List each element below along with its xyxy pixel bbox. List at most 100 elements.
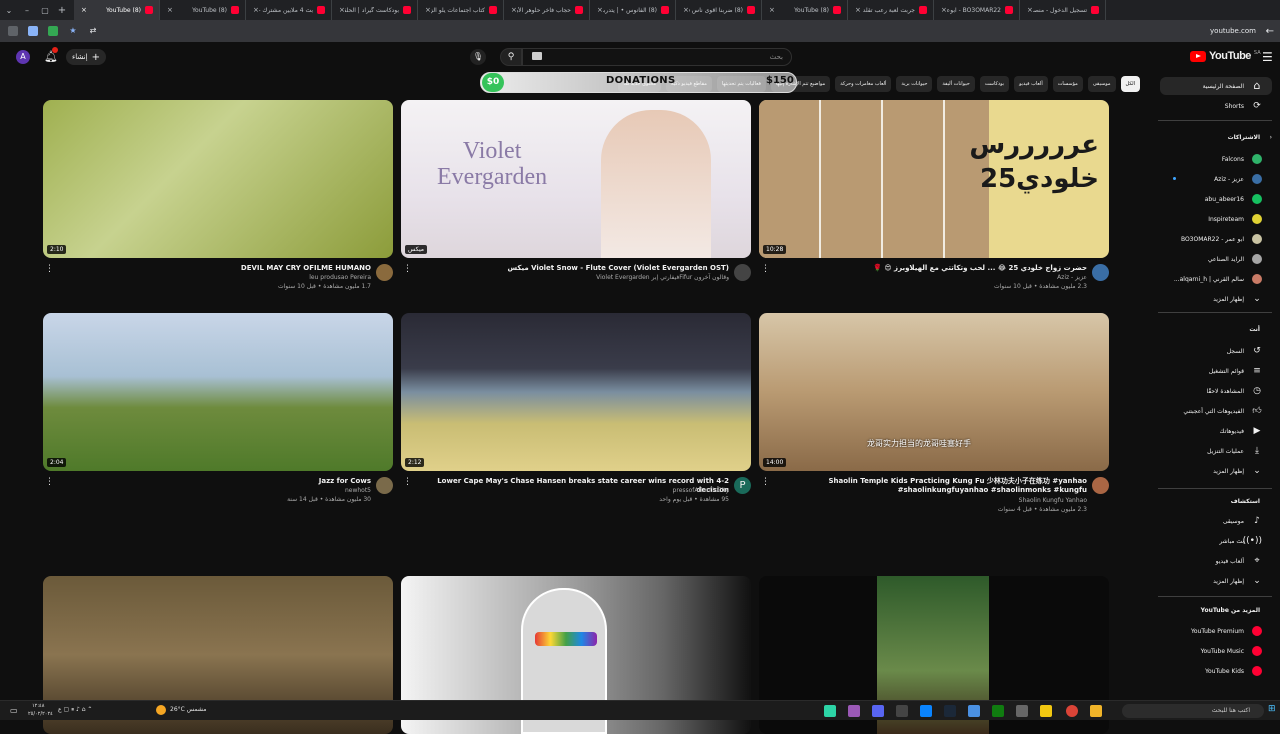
sidebar-item-explore[interactable]: ((•)) بث مباشر: [1219, 536, 1262, 546]
taskbar-app-9[interactable]: [1016, 705, 1028, 717]
tab-close-icon[interactable]: ×: [680, 6, 689, 14]
tab-close-icon[interactable]: ×: [422, 6, 431, 14]
taskbar-app-4[interactable]: [896, 705, 908, 717]
taskbar-app-10[interactable]: [1040, 705, 1052, 717]
sidebar-item-you[interactable]: 👍︎ الفيديوهات التي أعجبتني: [1183, 406, 1262, 416]
channel-avatar[interactable]: [376, 477, 393, 494]
taskbar-app-1[interactable]: [824, 705, 836, 717]
guide-menu-icon[interactable]: ☰: [1262, 50, 1273, 64]
channel-avatar[interactable]: [734, 264, 751, 281]
video-title[interactable]: DEVIL MAY CRY OFILME HUMANO: [51, 264, 371, 273]
browser-tab[interactable]: تسجيل الدخول - منصة ×: [1020, 0, 1106, 20]
sidebar-item-home[interactable]: ⌂ الصفحة الرئيسية: [1203, 80, 1262, 91]
taskbar-app-5[interactable]: [920, 705, 932, 717]
sidebar-item-subscription[interactable]: Falcons: [1222, 154, 1262, 164]
tab-close-icon[interactable]: ×: [250, 6, 259, 14]
sidebar-item-you[interactable]: ⌄ إظهار المزيد: [1213, 466, 1262, 476]
keyboard-icon[interactable]: [532, 52, 542, 60]
browser-tab[interactable]: بث 4 ملايين مشترك - ء×: [246, 0, 332, 20]
taskbar-search-input[interactable]: اكتب هنا للبحث: [1122, 704, 1264, 718]
filter-chip[interactable]: ألعاب مغامرات وحركة: [835, 76, 892, 92]
filter-chip[interactable]: حيوانات برية: [896, 76, 933, 92]
tab-close-icon[interactable]: ×: [1024, 6, 1033, 14]
youtube-logo[interactable]: YouTube SA: [1190, 50, 1261, 62]
new-tab-button[interactable]: +: [54, 5, 70, 16]
filter-chip[interactable]: مؤسسات: [1052, 76, 1083, 92]
tab-close-icon[interactable]: ×: [78, 6, 87, 14]
you-header[interactable]: أنت: [1249, 326, 1260, 333]
site-settings-icon[interactable]: ⇄: [88, 26, 98, 36]
maximize-icon[interactable]: ▢: [36, 6, 54, 15]
tab-search-icon[interactable]: ⌄: [0, 6, 18, 15]
taskbar-app-3[interactable]: [872, 705, 884, 717]
video-title[interactable]: Shaolin Temple Kids Practicing Kung Fu 少…: [767, 477, 1087, 495]
tab-close-icon[interactable]: ×: [938, 6, 947, 14]
browser-tab[interactable]: (8) YouTube ×: [160, 0, 246, 20]
tab-close-icon[interactable]: ×: [336, 6, 345, 14]
channel-avatar[interactable]: [1092, 264, 1109, 281]
video-thumbnail[interactable]: 2:10: [43, 100, 393, 258]
extensions-icon[interactable]: [8, 26, 18, 36]
account-avatar[interactable]: A: [16, 50, 30, 64]
browser-tab[interactable]: كتاب اجتماعات يلو الزيا...×: [418, 0, 504, 20]
tab-close-icon[interactable]: ×: [594, 6, 603, 14]
show-desktop-icon[interactable]: ▭: [10, 706, 18, 715]
filter-chip[interactable]: موسيقى: [1087, 76, 1116, 92]
subscriptions-header[interactable]: الاشتراكات: [1228, 134, 1260, 141]
video-title[interactable]: حضرت زواج خلودي 25 😂 ... لحب وتكاتتي مع …: [767, 264, 1087, 273]
filter-chip[interactable]: ألعاب فيديو: [1014, 76, 1048, 92]
sidebar-item-explore[interactable]: ♪ موسيقى: [1223, 516, 1262, 526]
taskbar-chrome-icon[interactable]: [1066, 705, 1078, 717]
video-thumbnail[interactable]: 2:04: [43, 313, 393, 471]
taskbar-app-7[interactable]: [968, 705, 980, 717]
more-options-icon[interactable]: ⋮: [403, 477, 412, 487]
taskbar-app-6[interactable]: [944, 705, 956, 717]
search-input[interactable]: بحث: [522, 48, 792, 66]
filter-chip[interactable]: حيوانات أليفة: [937, 76, 975, 92]
video-thumbnail[interactable]: 龙哥实力担当的龙哥哇塞好手 14:00: [759, 313, 1109, 471]
extension-icon-2[interactable]: [48, 26, 58, 36]
channel-name[interactable]: عزيز - Aziz: [1057, 274, 1087, 281]
sidebar-item-shorts[interactable]: ⟳ Shorts: [1225, 101, 1262, 111]
channel-name[interactable]: leu produsao Pereira: [309, 274, 371, 281]
sidebar-item-you[interactable]: ▶ فيديوهاتك: [1220, 426, 1262, 436]
tab-close-icon[interactable]: ×: [852, 6, 861, 14]
start-windows-icon[interactable]: ⊞: [1268, 704, 1276, 714]
taskbar-file-explorer-icon[interactable]: [1090, 705, 1102, 717]
sidebar-item-more[interactable]: YouTube Premium: [1191, 626, 1262, 636]
browser-tab[interactable]: (8) الفانوس • | يتدربنا ×: [590, 0, 676, 20]
create-button[interactable]: إنشاء +: [66, 49, 106, 65]
sidebar-item-subscription[interactable]: الرايد الصناعي: [1208, 254, 1262, 264]
sidebar-item-show-more-subs[interactable]: ⌄ إظهار المزيد: [1213, 294, 1262, 304]
video-thumbnail[interactable]: عرررررس خلودي25 10:28: [759, 100, 1109, 258]
weather-text[interactable]: 26°C مشمس: [170, 706, 206, 713]
bookmark-star-icon[interactable]: ★: [68, 26, 78, 36]
sidebar-item-more[interactable]: YouTube Music: [1201, 646, 1262, 656]
channel-avatar[interactable]: [1092, 477, 1109, 494]
channel-avatar[interactable]: [376, 264, 393, 281]
sidebar-item-you[interactable]: ≡ قوائم التشغيل: [1209, 366, 1262, 376]
browser-tab[interactable]: حجاب فاخر حلوهر الأن؟ |×: [504, 0, 590, 20]
sidebar-item-subscription[interactable]: Inspireteam: [1208, 214, 1262, 224]
browser-tab[interactable]: بودكاست گيراد | الحلقة ×: [332, 0, 418, 20]
sidebar-item-subscription[interactable]: abu_abeer16: [1205, 194, 1262, 204]
minimize-icon[interactable]: –: [18, 6, 36, 15]
browser-tab[interactable]: (8) YouTube ×: [762, 0, 848, 20]
browser-back-icon[interactable]: ←: [1266, 26, 1274, 37]
filter-chip[interactable]: بودكاست: [979, 76, 1010, 92]
sidebar-item-you[interactable]: ↺ السجل: [1227, 346, 1262, 356]
video-thumbnail[interactable]: Violet Evergarden ميكس: [401, 100, 751, 258]
voice-search-mic-icon[interactable]: 🎙︎: [470, 49, 486, 65]
sidebar-item-you[interactable]: ◷ المشاهدة لاحقًا: [1206, 386, 1262, 396]
tab-close-icon[interactable]: ×: [508, 6, 517, 14]
filter-chip[interactable]: الكل: [1120, 76, 1140, 92]
sidebar-item-subscription[interactable]: سالم القرني | alqarni_h...: [1174, 274, 1262, 284]
profile-icon[interactable]: [28, 26, 38, 36]
taskbar-app-2[interactable]: [848, 705, 860, 717]
channel-name[interactable]: Shaolin Kungfu Yanhao: [1019, 497, 1087, 504]
channel-name[interactable]: وقالون آخرون Fifurفيفارتي إبر Violet Eve…: [596, 274, 729, 281]
more-options-icon[interactable]: ⋮: [761, 264, 770, 274]
browser-tab[interactable]: (8) ضربنا اقوى ناس في×: [676, 0, 762, 20]
search-button[interactable]: ⚲: [500, 48, 522, 66]
video-title[interactable]: Violet Snow - Flute Cover (Violet Everga…: [409, 264, 729, 273]
